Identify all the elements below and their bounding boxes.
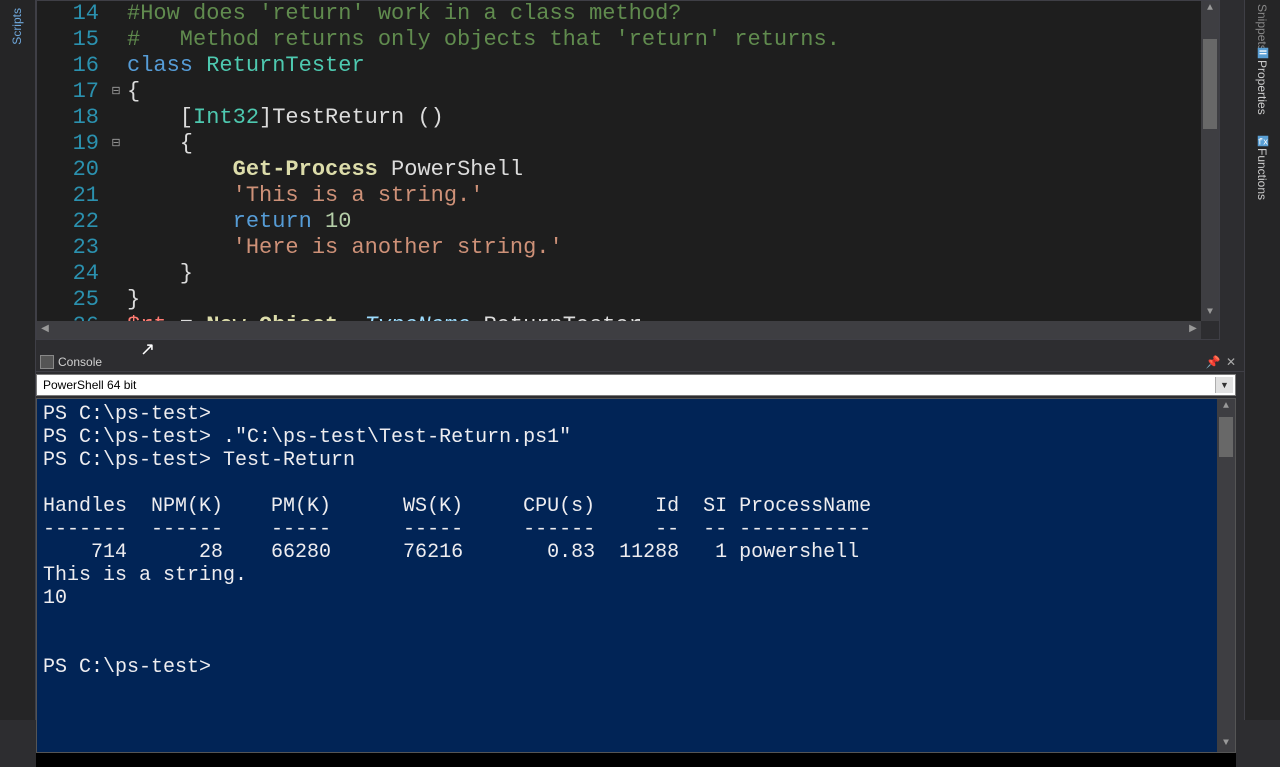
terminal-line	[43, 610, 1229, 633]
code-line[interactable]: }	[127, 287, 1219, 313]
code-line[interactable]: Get-Process PowerShell	[127, 157, 1219, 183]
line-number: 24	[37, 261, 103, 287]
fold-toggle[interactable]: ⊟	[109, 131, 123, 157]
editor-horizontal-scrollbar[interactable]: ◀ ▶	[37, 321, 1201, 339]
line-number: 18	[37, 105, 103, 131]
scroll-up-arrow-icon[interactable]: ▲	[1201, 1, 1219, 17]
scroll-right-arrow-icon[interactable]: ▶	[1185, 321, 1201, 339]
main-area: 14151617181920212223242526 ⊟⊟ #How does …	[36, 0, 1244, 720]
left-tool-strip: Scripts	[0, 0, 36, 720]
close-button[interactable]: ✕	[1222, 355, 1240, 369]
console-icon	[40, 355, 54, 369]
code-editor-panel: 14151617181920212223242526 ⊟⊟ #How does …	[36, 0, 1220, 340]
line-number-gutter: 14151617181920212223242526	[37, 1, 109, 321]
svg-text:fx: fx	[1258, 138, 1269, 148]
code-line[interactable]: $rt = New-Object -TypeName ReturnTester	[127, 313, 1219, 321]
terminal-line: 714 28 66280 76216 0.83 11288 1 powershe…	[43, 541, 1229, 564]
right-tool-strip: Snippets Properties fx Functions	[1244, 0, 1280, 720]
line-number: 23	[37, 235, 103, 261]
fold-column[interactable]: ⊟⊟	[109, 1, 123, 321]
mouse-cursor-icon: ↗	[140, 339, 155, 361]
terminal-line: 10	[43, 587, 1229, 610]
console-header: Console 📌 ✕	[36, 352, 1244, 372]
code-line[interactable]: {	[127, 79, 1219, 105]
code-area[interactable]: #How does 'return' work in a class metho…	[123, 1, 1219, 321]
fold-toggle	[109, 235, 123, 261]
terminal-line	[43, 472, 1229, 495]
line-number: 17	[37, 79, 103, 105]
pin-button[interactable]: 📌	[1204, 355, 1222, 369]
code-line[interactable]: {	[127, 131, 1219, 157]
terminal-vscroll-thumb[interactable]	[1219, 417, 1233, 457]
line-number: 14	[37, 1, 103, 27]
line-number: 16	[37, 53, 103, 79]
fold-toggle	[109, 157, 123, 183]
code-line[interactable]: class ReturnTester	[127, 53, 1219, 79]
terminal-vertical-scrollbar[interactable]: ▲ ▼	[1217, 399, 1235, 752]
scroll-up-arrow-icon[interactable]: ▲	[1217, 399, 1235, 415]
console-runtime-dropdown[interactable]: PowerShell 64 bit ▼	[36, 374, 1236, 396]
line-number: 19	[37, 131, 103, 157]
terminal-line: PS C:\ps-test> ."C:\ps-test\Test-Return.…	[43, 426, 1229, 449]
line-number: 25	[37, 287, 103, 313]
editor-vscroll-thumb[interactable]	[1203, 39, 1217, 129]
code-editor[interactable]: 14151617181920212223242526 ⊟⊟ #How does …	[37, 1, 1219, 321]
line-number: 21	[37, 183, 103, 209]
fold-toggle[interactable]: ⊟	[109, 79, 123, 105]
fold-toggle	[109, 1, 123, 27]
line-number: 20	[37, 157, 103, 183]
fold-toggle	[109, 105, 123, 131]
scroll-down-arrow-icon[interactable]: ▼	[1217, 736, 1235, 752]
fold-toggle	[109, 27, 123, 53]
terminal-line: This is a string.	[43, 564, 1229, 587]
console-panel: Console 📌 ✕ PowerShell 64 bit ▼ PS C:\ps…	[36, 352, 1244, 767]
scripts-tab[interactable]: Scripts	[10, 8, 24, 45]
terminal-line: PS C:\ps-test>	[43, 403, 1229, 426]
code-line[interactable]: }	[127, 261, 1219, 287]
fold-toggle	[109, 183, 123, 209]
fold-toggle	[109, 313, 123, 321]
terminal-line: Handles NPM(K) PM(K) WS(K) CPU(s) Id SI …	[43, 495, 1229, 518]
code-line[interactable]: # Method returns only objects that 'retu…	[127, 27, 1219, 53]
editor-vertical-scrollbar[interactable]: ▲ ▼	[1201, 1, 1219, 321]
terminal-line: PS C:\ps-test>	[43, 656, 1229, 679]
terminal-line: PS C:\ps-test> Test-Return	[43, 449, 1229, 472]
code-line[interactable]: return 10	[127, 209, 1219, 235]
fold-toggle	[109, 287, 123, 313]
terminal-output[interactable]: PS C:\ps-test>PS C:\ps-test> ."C:\ps-tes…	[36, 398, 1236, 753]
scroll-left-arrow-icon[interactable]: ◀	[37, 321, 53, 339]
terminal-bottom-bar	[36, 753, 1236, 767]
terminal-line: ------- ------ ----- ----- ------ -- -- …	[43, 518, 1229, 541]
terminal-line	[43, 633, 1229, 656]
code-line[interactable]: 'Here is another string.'	[127, 235, 1219, 261]
line-number: 15	[37, 27, 103, 53]
fold-toggle	[109, 53, 123, 79]
fold-toggle	[109, 209, 123, 235]
scroll-down-arrow-icon[interactable]: ▼	[1201, 305, 1219, 321]
code-line[interactable]: [Int32]TestReturn ()	[127, 105, 1219, 131]
functions-tab[interactable]: Functions	[1255, 148, 1269, 200]
line-number: 22	[37, 209, 103, 235]
console-title: Console	[58, 355, 102, 369]
chevron-down-icon[interactable]: ▼	[1215, 377, 1233, 393]
code-line[interactable]: #How does 'return' work in a class metho…	[127, 1, 1219, 27]
line-number: 26	[37, 313, 103, 321]
code-line[interactable]: 'This is a string.'	[127, 183, 1219, 209]
fold-toggle	[109, 261, 123, 287]
dropdown-selected-value: PowerShell 64 bit	[43, 378, 136, 392]
functions-icon: fx	[1256, 134, 1270, 148]
properties-icon	[1256, 46, 1270, 60]
properties-tab[interactable]: Properties	[1255, 60, 1269, 115]
